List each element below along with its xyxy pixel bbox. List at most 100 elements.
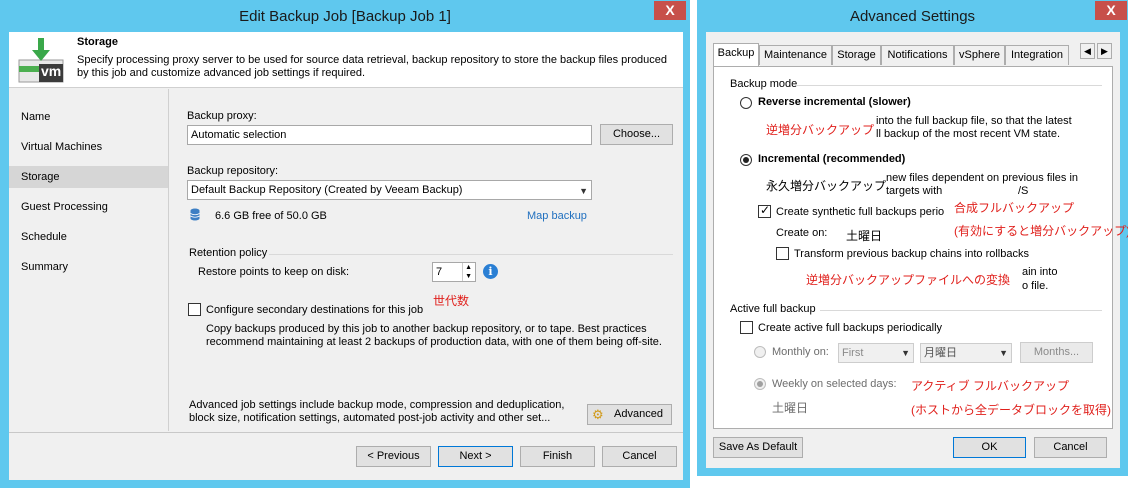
- spinner-up-icon[interactable]: ▲: [462, 263, 474, 272]
- incremental-annotation: 永久増分バックアップ: [766, 179, 887, 193]
- vm-badge: vm: [41, 63, 62, 79]
- transform-rollbacks-desc1: ain into: [1022, 266, 1058, 278]
- nav-item-summary[interactable]: Summary: [9, 256, 168, 278]
- create-on-label: Create on:: [776, 227, 828, 239]
- synthetic-full-annotation-2: (有効にすると増分バックアップ): [954, 224, 1128, 238]
- weekly-radio[interactable]: [754, 378, 766, 390]
- advanced-cancel-button[interactable]: Cancel: [1034, 437, 1107, 458]
- incremental-radio[interactable]: [740, 154, 752, 166]
- map-backup-link[interactable]: Map backup: [527, 210, 587, 222]
- backup-proxy-field[interactable]: Automatic selection: [187, 125, 592, 145]
- wizard-nav: Name Virtual Machines Storage Guest Proc…: [9, 89, 169, 431]
- backup-repository-value: Default Backup Repository (Created by Ve…: [191, 184, 463, 196]
- previous-button[interactable]: < Previous: [356, 446, 431, 467]
- nav-item-virtual-machines[interactable]: Virtual Machines: [9, 136, 168, 158]
- active-full-checkbox[interactable]: [740, 321, 753, 334]
- chevron-down-icon: ▼: [901, 348, 910, 358]
- incremental-desc3: /S: [1018, 185, 1029, 197]
- tab-notifications[interactable]: Notifications: [881, 45, 954, 65]
- restore-points-input[interactable]: 7 ▲ ▼: [432, 262, 476, 282]
- secondary-destinations-checkbox[interactable]: [188, 303, 201, 316]
- footer-divider: [9, 432, 683, 433]
- advanced-button-label: Advanced: [614, 408, 663, 420]
- tab-vsphere[interactable]: vSphere: [954, 45, 1005, 65]
- reverse-incremental-label[interactable]: Reverse incremental (slower): [758, 96, 911, 108]
- reverse-incremental-annotation: 逆増分バックアップ: [766, 123, 875, 137]
- transform-rollbacks-label[interactable]: Transform previous backup chains into ro…: [794, 248, 1029, 260]
- incremental-label[interactable]: Incremental (recommended): [758, 153, 905, 165]
- create-on-value[interactable]: 土曜日: [846, 227, 882, 244]
- nav-item-storage[interactable]: Storage: [9, 166, 168, 188]
- transform-rollbacks-checkbox[interactable]: [776, 247, 789, 260]
- gear-icon: ⚙: [592, 407, 604, 422]
- free-space-text: 6.6 GB free of 50.0 GB: [215, 210, 327, 222]
- advanced-settings-desc: Advanced job settings include backup mod…: [189, 399, 565, 424]
- monthly-day-value: 月曜日: [924, 347, 957, 359]
- tab-scroll-right-icon[interactable]: ▶: [1097, 43, 1112, 59]
- finish-button[interactable]: Finish: [520, 446, 595, 467]
- monthly-label: Monthly on:: [772, 346, 829, 358]
- window-title: Edit Backup Job [Backup Job 1]: [239, 8, 451, 25]
- vm-storage-icon: vm: [17, 36, 65, 84]
- incremental-desc2: targets with: [886, 185, 943, 197]
- transform-rollbacks-desc2: o file.: [1022, 280, 1049, 292]
- incremental-desc1: new files dependent on previous files in: [886, 172, 1079, 184]
- weekly-days-value[interactable]: 土曜日: [772, 399, 808, 416]
- backup-repository-label: Backup repository:: [187, 165, 279, 177]
- reverse-incremental-desc2: ll backup of the most recent VM state.: [876, 128, 1061, 140]
- restore-points-value: 7: [436, 266, 443, 278]
- reverse-incremental-radio[interactable]: [740, 97, 752, 109]
- restore-points-label: Restore points to keep on disk:: [198, 266, 350, 278]
- advanced-close-button[interactable]: X: [1095, 1, 1127, 20]
- secondary-destinations-label[interactable]: Configure secondary destinations for thi…: [206, 304, 423, 316]
- tab-scroll-left-icon[interactable]: ◀: [1080, 43, 1095, 59]
- header-description: Specify processing proxy server to be us…: [77, 54, 668, 79]
- tab-backup[interactable]: Backup: [713, 43, 759, 66]
- nav-item-name[interactable]: Name: [9, 106, 168, 128]
- tab-storage[interactable]: Storage: [832, 45, 881, 65]
- synthetic-full-annotation-1: 合成フルバックアップ: [954, 201, 1075, 215]
- nav-item-schedule[interactable]: Schedule: [9, 226, 168, 248]
- tab-integration[interactable]: Integration: [1005, 45, 1069, 65]
- advanced-settings-window: Advanced Settings X Backup Maintenance S…: [697, 0, 1128, 476]
- monthly-first-select[interactable]: First ▼: [838, 343, 914, 363]
- ok-button[interactable]: OK: [953, 437, 1026, 458]
- choose-proxy-button[interactable]: Choose...: [600, 124, 673, 145]
- weekly-label: Weekly on selected days:: [772, 378, 897, 390]
- next-button[interactable]: Next >: [438, 446, 513, 467]
- backup-mode-title: Backup mode: [730, 78, 798, 90]
- active-full-annotation-2: (ホストから全データブロックを取得): [911, 403, 1111, 417]
- save-as-default-button[interactable]: Save As Default: [713, 437, 803, 458]
- active-full-label[interactable]: Create active full backups periodically: [758, 322, 942, 334]
- tab-strip: Backup Maintenance Storage Notifications…: [713, 43, 1113, 67]
- monthly-radio[interactable]: [754, 346, 766, 358]
- monthly-day-select[interactable]: 月曜日 ▼: [920, 343, 1012, 363]
- transform-rollbacks-annotation: 逆増分バックアップファイルへの変換: [806, 273, 1011, 287]
- retention-divider: [269, 254, 673, 255]
- synthetic-full-checkbox[interactable]: [758, 203, 771, 218]
- advanced-window-title: Advanced Settings: [849, 8, 976, 25]
- active-full-divider: [820, 310, 1102, 311]
- active-full-title: Active full backup: [730, 303, 816, 315]
- edit-backup-job-window: Edit Backup Job [Backup Job 1] X vm Stor…: [0, 0, 690, 488]
- close-button[interactable]: X: [654, 1, 686, 20]
- tab-maintenance[interactable]: Maintenance: [759, 45, 832, 65]
- synthetic-full-label[interactable]: Create synthetic full backups perio: [776, 206, 944, 218]
- active-full-annotation-1: アクティブ フルバックアップ: [911, 379, 1070, 393]
- header-title: Storage: [77, 36, 118, 48]
- wizard-client: vm Storage Specify processing proxy serv…: [9, 32, 683, 480]
- months-button[interactable]: Months...: [1020, 342, 1093, 363]
- spinner-down-icon[interactable]: ▼: [462, 272, 474, 281]
- monthly-first-value: First: [842, 347, 864, 359]
- backup-repository-select[interactable]: Default Backup Repository (Created by Ve…: [187, 180, 592, 200]
- wizard-header: vm Storage Specify processing proxy serv…: [9, 32, 683, 88]
- chevron-down-icon: ▼: [579, 186, 588, 196]
- nav-item-guest-processing[interactable]: Guest Processing: [9, 196, 168, 218]
- advanced-client: Backup Maintenance Storage Notifications…: [706, 32, 1128, 468]
- generations-annotation: 世代数: [433, 294, 470, 308]
- backup-mode-divider: [796, 85, 1102, 86]
- advanced-button[interactable]: ⚙ Advanced: [587, 404, 672, 425]
- backup-proxy-label: Backup proxy:: [187, 110, 257, 122]
- info-icon[interactable]: i: [483, 264, 498, 279]
- cancel-button[interactable]: Cancel: [602, 446, 677, 467]
